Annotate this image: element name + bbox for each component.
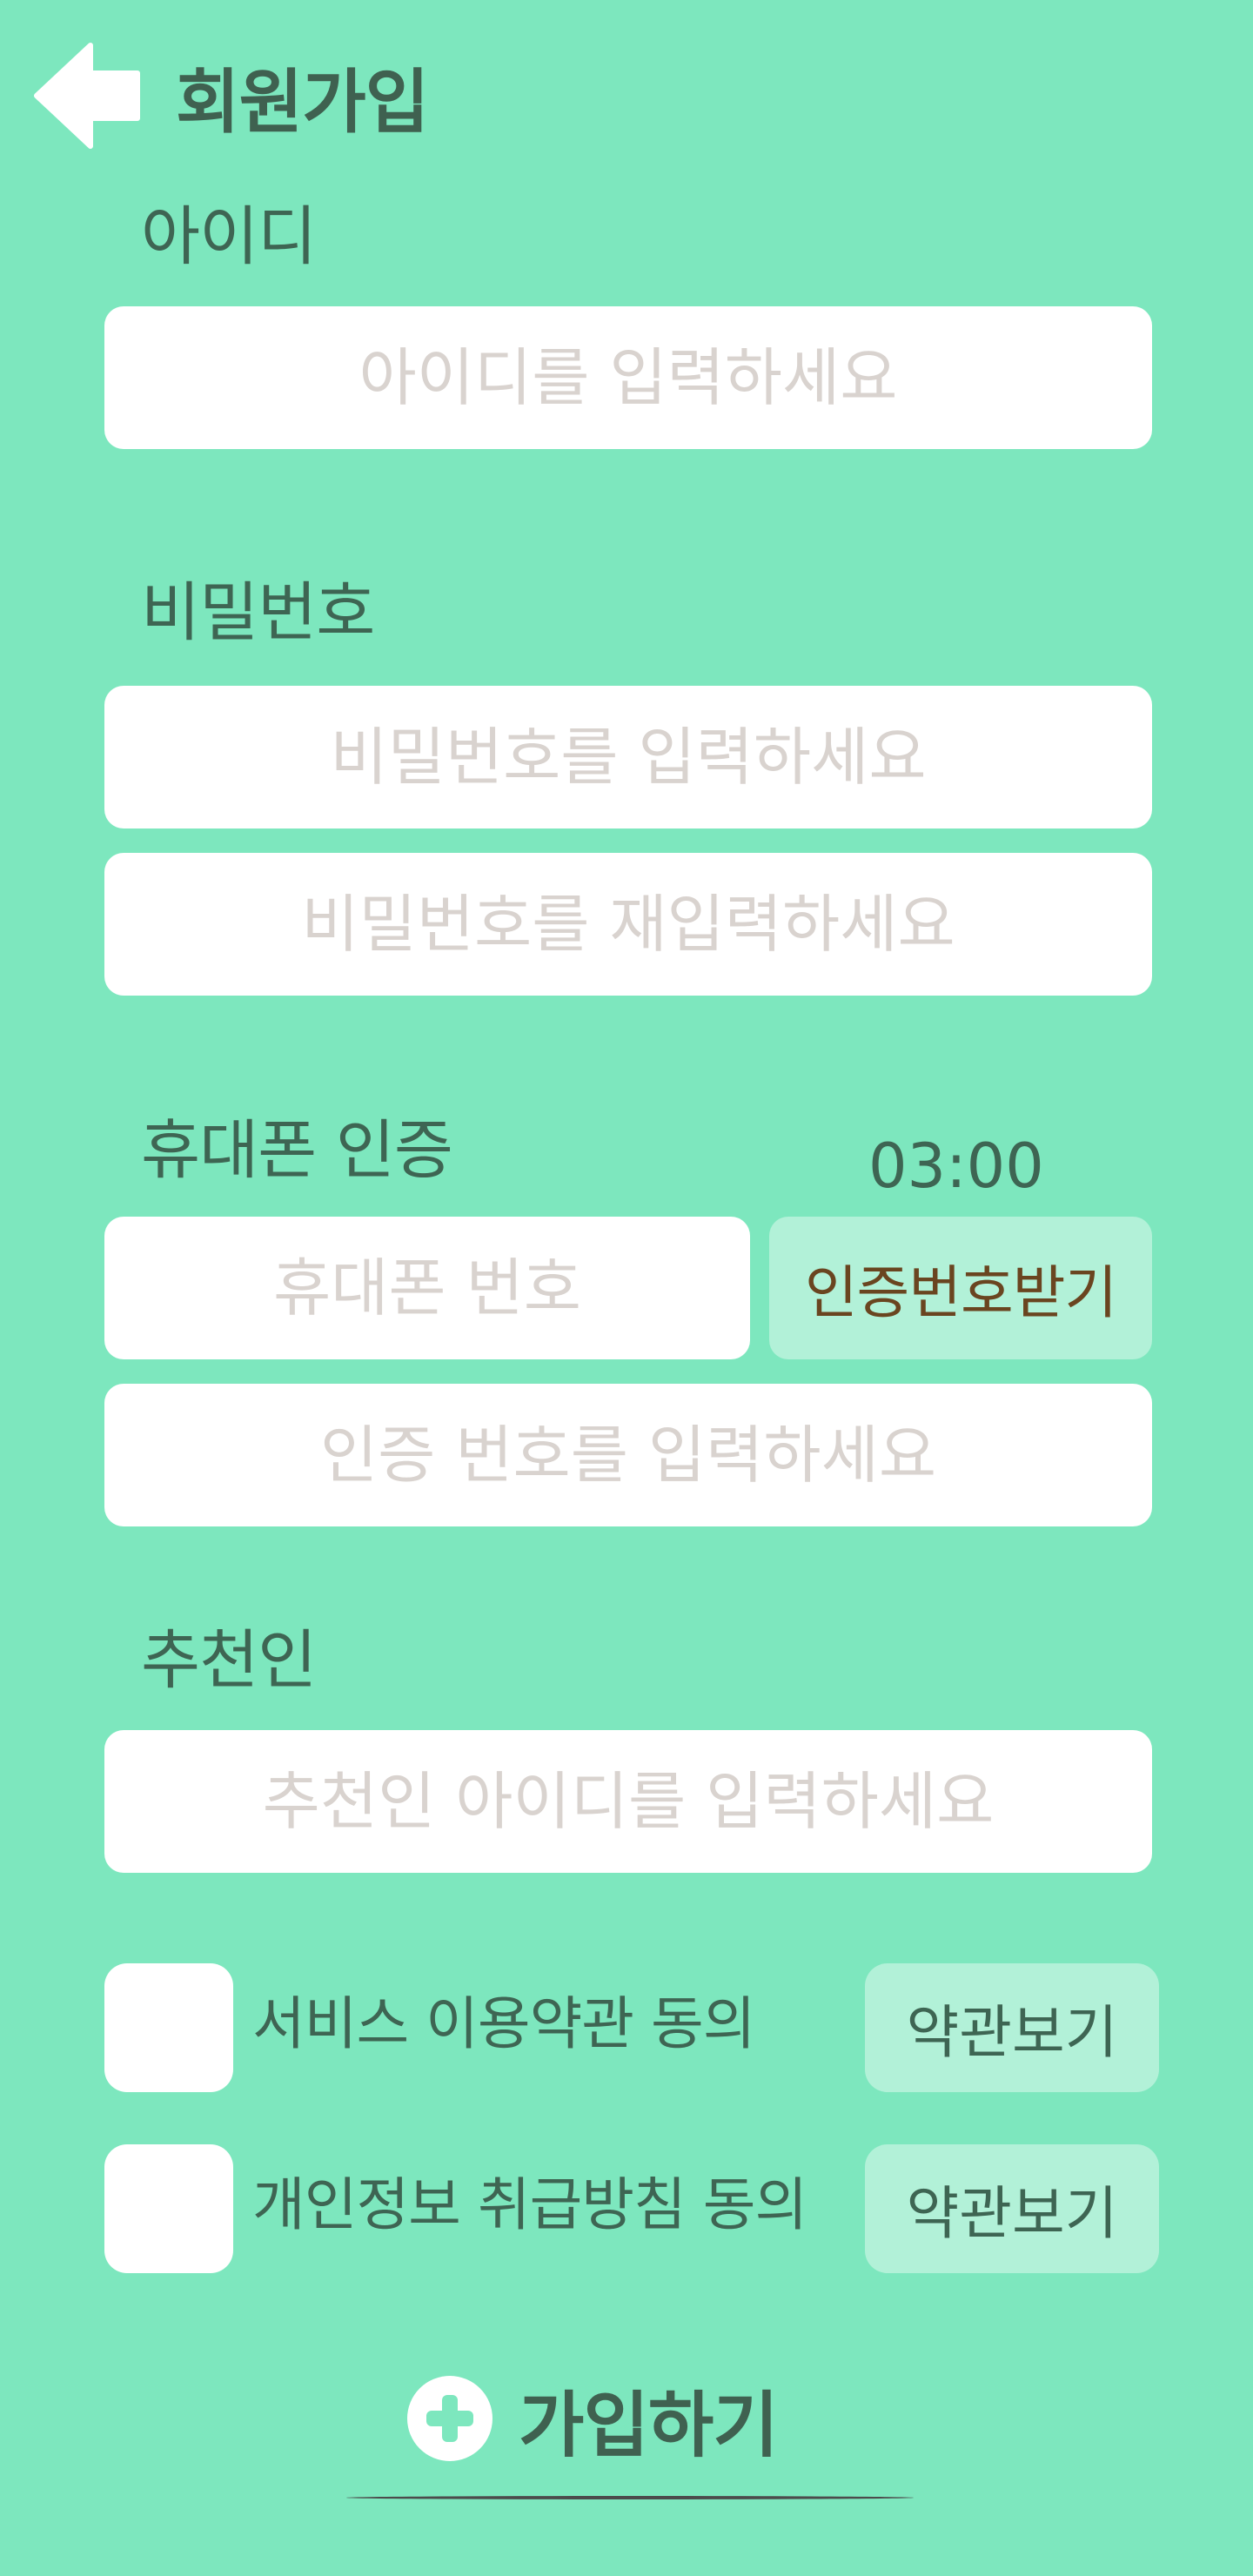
terms-of-service-label: 서비스 이용약관 동의	[252, 1990, 755, 2057]
plus-circle-icon	[407, 2376, 492, 2461]
referrer-input[interactable]	[104, 1730, 1152, 1873]
password-label: 비밀번호	[141, 575, 375, 650]
phone-verify-label: 휴대폰 인증	[141, 1113, 453, 1188]
password-input[interactable]	[104, 686, 1152, 828]
phone-number-input[interactable]	[104, 1217, 750, 1359]
verification-timer: 03:00	[868, 1130, 1044, 1202]
privacy-policy-checkbox[interactable]	[104, 2144, 233, 2273]
referrer-label: 추천인	[141, 1623, 317, 1698]
arrow-left-icon	[34, 43, 140, 149]
signup-underline	[346, 2496, 914, 2499]
request-code-button[interactable]: 인증번호받기	[769, 1217, 1152, 1359]
signup-button-label: 가입하기	[519, 2384, 779, 2467]
page-title: 회원가입	[176, 62, 429, 143]
view-terms-of-service-button[interactable]: 약관보기	[865, 1963, 1159, 2092]
back-button[interactable]	[33, 42, 141, 150]
verification-code-input[interactable]	[104, 1384, 1152, 1526]
terms-of-service-checkbox[interactable]	[104, 1963, 233, 2092]
signup-button[interactable]: 가입하기	[407, 2369, 779, 2468]
password-confirm-input[interactable]	[104, 853, 1152, 996]
privacy-policy-label: 개인정보 취급방침 동의	[252, 2171, 807, 2238]
view-privacy-policy-button[interactable]: 약관보기	[865, 2144, 1159, 2273]
id-input[interactable]	[104, 306, 1152, 449]
id-label: 아이디	[141, 199, 317, 274]
